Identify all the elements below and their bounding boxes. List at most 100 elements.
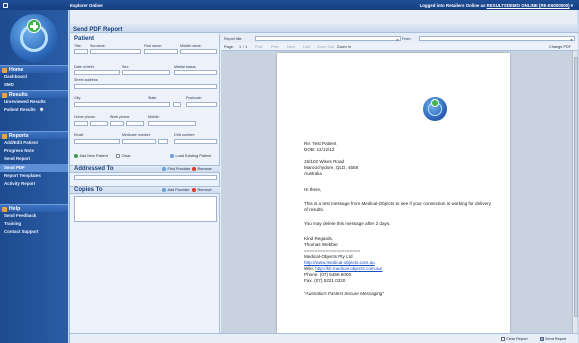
- sidebar-item-contact-support[interactable]: Contact Support: [0, 228, 68, 236]
- sidebar-item-report-templates[interactable]: Report Templates: [0, 172, 68, 180]
- copies-to-heading: Copies To: [74, 187, 103, 193]
- city-label: City:: [74, 96, 82, 100]
- street-label: Street address:: [74, 78, 99, 82]
- sidebar-item-training[interactable]: Training: [0, 220, 68, 228]
- document-viewport[interactable]: Re: Test Patient DOB: 12/12/12 15/102 Wi…: [221, 51, 578, 333]
- letter-body-2: of results.: [304, 207, 324, 212]
- vertical-scrollbar[interactable]: [572, 51, 578, 333]
- copies-to-list[interactable]: [74, 196, 217, 222]
- letter-name: Thomas Webber: [304, 242, 338, 247]
- remove-addressed-button[interactable]: Remove: [192, 167, 212, 171]
- nav-section-help: Help Send Feedback Training Contact Supp…: [0, 204, 68, 237]
- sidebar-item-smd[interactable]: SMD: [0, 81, 68, 89]
- letter-address-2: Maroochydore, QLD, 4558: [304, 165, 359, 170]
- state-field[interactable]: [173, 102, 181, 107]
- app-title: Explorer Online: [70, 2, 103, 8]
- app-menu-icon[interactable]: [3, 2, 8, 8]
- dva-label: DVA number:: [174, 133, 196, 137]
- addressed-to-field[interactable]: [74, 175, 217, 180]
- sidebar-item-dashboard[interactable]: Dashboard: [0, 73, 68, 81]
- pdf-toolbar: Page: 1 / 1 First Prev Next Last Zoom Ou…: [221, 43, 578, 51]
- first-name-field[interactable]: [144, 49, 178, 54]
- home-phone-field[interactable]: [90, 121, 108, 126]
- user-prefix: Logged into Retailers Online as: [419, 2, 486, 8]
- sidebar-item-send-report[interactable]: Send Report: [0, 155, 68, 163]
- letter-re: Re: Test Patient: [304, 141, 337, 146]
- last-page-button[interactable]: Last: [303, 45, 310, 49]
- medicare-label: Medicare number:: [122, 133, 151, 137]
- letter-company: Medical-Objects Pty Ltd: [304, 254, 353, 259]
- nav-section-results: Results Unreviewed Results Patient Resul…: [0, 90, 68, 114]
- sidebar-item-add-edit-patient[interactable]: Add/Edit Patient: [0, 139, 68, 147]
- sidebar-item-activity-report[interactable]: Activity Report: [0, 180, 68, 188]
- nav-header-help[interactable]: Help: [0, 204, 68, 212]
- patient-heading: Patient: [74, 36, 95, 42]
- postcode-field[interactable]: [186, 102, 217, 107]
- middle-name-field[interactable]: [180, 49, 217, 54]
- medicare-field[interactable]: [122, 139, 156, 144]
- remove-copies-button[interactable]: Remove: [192, 188, 212, 192]
- dob-field[interactable]: [74, 70, 120, 75]
- work-phone-field[interactable]: [126, 121, 144, 126]
- letter-wiki-link[interactable]: http://kb.medical-objects.com.au/: [315, 266, 382, 271]
- nav-header-results[interactable]: Results: [0, 90, 68, 98]
- mobile-field[interactable]: [148, 121, 196, 126]
- page-label: Page:: [224, 45, 234, 49]
- panel-header: [70, 24, 578, 33]
- reports-icon: [2, 133, 7, 139]
- home-icon: [2, 67, 7, 73]
- marital-field[interactable]: [174, 70, 217, 75]
- main-panel: Send PDF Report Patient Title: Surname: …: [69, 10, 578, 343]
- scrollbar-thumb[interactable]: [573, 57, 578, 317]
- find-provider-button[interactable]: Find Provider: [162, 167, 190, 171]
- close-icon: [192, 188, 196, 192]
- medicare-ref-field[interactable]: [158, 139, 168, 144]
- home-phone-area-field[interactable]: [74, 121, 88, 126]
- medical-objects-logo: [423, 97, 447, 121]
- sidebar-item-patient-results[interactable]: Patient Results ✱: [0, 106, 68, 114]
- zoom-in-button[interactable]: Zoom In: [337, 45, 351, 49]
- nav-header-reports[interactable]: Reports: [0, 131, 68, 139]
- marital-label: Marital status:: [174, 65, 197, 69]
- patient-form: Patient Title: Surname: First name: Midd…: [70, 34, 220, 333]
- next-page-button[interactable]: Next: [287, 45, 295, 49]
- title-field[interactable]: [74, 49, 88, 54]
- report-title-select[interactable]: ▼: [255, 35, 401, 42]
- page-number-input[interactable]: 1: [239, 45, 241, 49]
- sidebar-item-send-pdf[interactable]: Send PDF: [0, 163, 68, 172]
- user-account-link[interactable]: RESULTSDEMO ONLINE (RE-E6000000): [487, 3, 570, 8]
- city-field[interactable]: [74, 102, 170, 107]
- clear-report-icon: [501, 337, 505, 341]
- nav-header-home[interactable]: Home: [0, 65, 68, 73]
- sidebar: Home Dashboard SMD Results Unreviewed Re…: [0, 10, 68, 343]
- zoom-out-button[interactable]: Zoom Out: [317, 45, 334, 49]
- letter-body-1: This is a test message from Medical-Obje…: [304, 201, 491, 206]
- load-existing-patient-button[interactable]: Load Existing Patient: [170, 154, 211, 158]
- letter-address-1: 15/102 Wises Road: [304, 159, 345, 164]
- street-field[interactable]: [74, 84, 217, 89]
- prev-page-button[interactable]: Prev: [271, 45, 279, 49]
- add-provider-button[interactable]: Add Provider: [162, 188, 189, 192]
- sidebar-item-send-feedback[interactable]: Send Feedback: [0, 212, 68, 220]
- first-page-button[interactable]: First: [255, 45, 262, 49]
- sex-field[interactable]: [122, 70, 170, 75]
- surname-field[interactable]: [90, 49, 141, 54]
- chevron-down-icon[interactable]: ▾: [571, 3, 573, 8]
- sidebar-item-progress-note[interactable]: Progress Note: [0, 147, 68, 155]
- clear-report-button[interactable]: Clear Report: [501, 337, 528, 341]
- title-label: Title:: [74, 44, 82, 48]
- letter-address-3: Australia: [304, 171, 322, 176]
- work-phone-area-field[interactable]: [110, 121, 124, 126]
- sidebar-item-unreviewed-results[interactable]: Unreviewed Results: [0, 98, 68, 106]
- clear-button[interactable]: Clear: [116, 154, 131, 158]
- change-pdf-button[interactable]: Change PDF: [549, 45, 571, 49]
- send-report-button[interactable]: Send Report: [540, 337, 566, 341]
- email-field[interactable]: [74, 139, 120, 144]
- dva-field[interactable]: [174, 139, 217, 144]
- add-user-icon: [74, 154, 78, 158]
- add-new-patient-button[interactable]: Add New Patient: [74, 154, 108, 158]
- postcode-label: Postcode:: [186, 96, 202, 100]
- from-select[interactable]: ▼: [419, 35, 575, 42]
- letter-website-link[interactable]: http://www.medical-objects.com.au: [304, 260, 375, 265]
- chevron-down-icon: ▼: [396, 37, 399, 42]
